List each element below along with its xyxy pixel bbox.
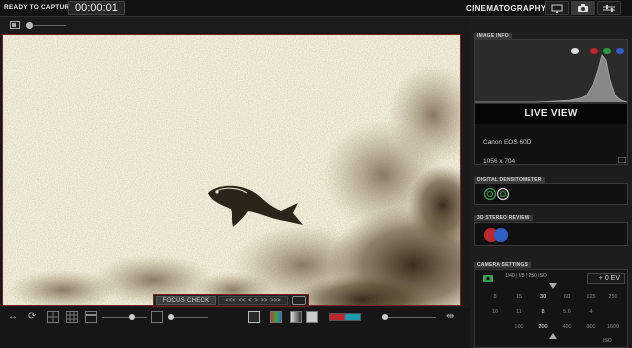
densitometer-panel[interactable] [474,183,628,205]
right-panel: IMAGE INFO LIVE VIEW Canon EOS 60D 1056 … [470,17,632,348]
monitor-icon [551,4,563,13]
focus-area-button[interactable] [292,296,306,305]
stereo-circles-icon [484,228,508,242]
aperture-dial[interactable]: 16 11 8 5.6 4 [485,309,623,317]
brightness-slider-handle[interactable] [382,314,388,320]
mode-title: CINEMATOGRAPHY [466,4,547,13]
image-info-panel: LIVE VIEW Canon EOS 60D 1056 x 704 [474,39,628,165]
iso-dial[interactable]: 100 200 400 800 1600 [485,324,623,332]
invert-icon[interactable] [306,311,318,323]
expand-icon[interactable]: ⇹ [446,311,454,323]
stereo-review-panel[interactable] [474,222,628,246]
shutter-speed-dial[interactable]: 8 15 30 60 125 250 [485,294,623,302]
camera-view-button[interactable] [571,1,595,15]
overlay-slider-track[interactable] [168,317,208,318]
top-bar: READY TO CAPTURE: 00:00:01 CINEMATOGRAPH… [0,0,632,17]
iso-indicator-icon [549,333,557,339]
focus-check-button[interactable]: FOCUS CHECK [156,296,216,305]
blue-channel-toggle[interactable] [616,48,624,54]
overlay-slider-handle[interactable] [168,314,174,320]
focus-control-bar: FOCUS CHECK <<< << < > >> >>> [153,294,309,307]
sliders-icon [603,5,615,12]
fit-width-icon[interactable]: ↔ [8,311,18,323]
green-channel-toggle[interactable] [603,48,611,54]
bottom-toolbar: ↔ ⟳ ⇹ [0,308,470,348]
histogram [475,40,628,104]
exposure-readout: 1/40 | f/8 | 250 ISO [505,273,547,279]
densitometer-rings-icon [483,187,510,201]
opacity-slider-track[interactable] [102,317,147,318]
opacity-slider-handle[interactable] [129,314,135,320]
thirds-grid-icon[interactable] [66,311,78,323]
camera-settings-label: CAMERA SETTINGS [474,262,532,268]
rotate-icon[interactable]: ⟳ [28,311,36,323]
color-channels-icon[interactable] [270,311,282,323]
camera-settings-icon [483,275,493,282]
live-view-indicator: LIVE VIEW [475,104,627,124]
collapse-icon[interactable] [618,157,626,163]
capture-status-label: READY TO CAPTURE: [4,4,77,11]
overlay-frame-icon[interactable] [151,311,163,323]
view-zoom-bar [0,17,470,33]
monitor-view-button[interactable] [545,1,569,15]
timecode-display: 00:00:01 [68,1,125,15]
shutter-indicator-icon [549,283,557,289]
camera-settings-panel: 1/40 | f/8 | 250 ISO + 0 EV 8 15 30 60 1… [474,269,628,348]
stereo-review-label: 3D STEREO REVIEW [474,215,533,221]
luminance-icon[interactable] [248,311,260,323]
red-channel-toggle[interactable] [590,48,598,54]
luminance-channel-toggle[interactable] [571,48,579,54]
settings-view-button[interactable] [597,1,621,15]
live-view-image[interactable] [2,34,461,306]
anaglyph-toggle[interactable] [329,313,361,321]
focus-nudge-buttons[interactable]: <<< << < > >> >>> [218,296,288,305]
grid-overlay-icon[interactable] [47,311,59,323]
exposure-compensation-field[interactable]: + 0 EV [587,273,625,284]
iso-label: ISO [603,338,612,344]
zoom-icon [10,21,20,29]
brightness-slider-track[interactable] [384,317,436,318]
zoom-slider-handle[interactable] [26,22,33,29]
camera-icon [578,4,588,12]
image-resolution: 1056 x 704 [483,158,516,165]
camera-model: Canon EOS 60D [483,139,532,146]
letterbox-icon[interactable] [85,311,97,323]
grayscale-icon[interactable] [290,311,302,323]
live-view-scene [3,35,460,305]
